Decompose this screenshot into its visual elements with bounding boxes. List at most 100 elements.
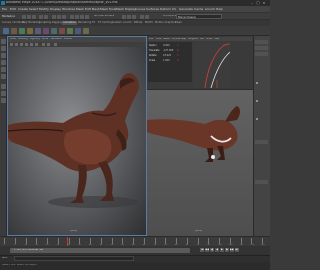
- minimize-button[interactable]: –: [250, 1, 254, 5]
- open-scene-icon[interactable]: [27, 14, 31, 19]
- shelf-tab-rendering[interactable]: Rendering: [77, 21, 92, 25]
- isolate-select-icon[interactable]: [42, 43, 45, 46]
- menu-mesh[interactable]: Mesh: [76, 8, 84, 11]
- vp-menu-show[interactable]: Show: [42, 38, 48, 40]
- step-forward-frame-button[interactable]: |▶: [225, 248, 229, 252]
- menu-windows[interactable]: Windows: [62, 8, 75, 11]
- scale-tool-icon[interactable]: [1, 74, 6, 79]
- attribute-row[interactable]: [255, 46, 268, 50]
- command-input[interactable]: [14, 256, 134, 261]
- ge-menu-keys[interactable]: Keys: [181, 38, 186, 40]
- vp-menu-lighting[interactable]: Lighting: [30, 38, 40, 40]
- channel-row[interactable]: Rotate 43.920 0: [149, 54, 191, 59]
- maximize-button[interactable]: □: [256, 1, 260, 5]
- menu-surfaces[interactable]: Surfaces: [146, 8, 159, 11]
- ge-menu-tangents[interactable]: Tangents: [188, 38, 198, 40]
- live-surface-label[interactable]: No Live Surface: [94, 15, 114, 18]
- single-pane-layout-icon[interactable]: [1, 84, 6, 89]
- menu-arnold[interactable]: Arnold: [205, 8, 215, 11]
- graph-editor-icon[interactable]: [19, 27, 25, 34]
- menu-mesh-tools[interactable]: Mesh Tools: [100, 8, 116, 11]
- snap-grid-icon[interactable]: [70, 14, 74, 19]
- snap-surface-icon[interactable]: [85, 14, 89, 19]
- step-back-frame-button[interactable]: ◀|: [210, 248, 214, 252]
- camera-icon[interactable]: [10, 43, 13, 46]
- current-frame-marker[interactable]: [66, 237, 68, 246]
- lights-icon[interactable]: [30, 43, 33, 46]
- play-forwards-button[interactable]: ▶: [220, 248, 224, 252]
- undo-icon[interactable]: [39, 14, 43, 19]
- four-pane-layout-icon[interactable]: [1, 91, 6, 96]
- menu-help[interactable]: Help: [216, 8, 223, 11]
- dope-sheet-icon[interactable]: [27, 27, 33, 34]
- smooth-shade-icon[interactable]: [20, 43, 23, 46]
- menu-display[interactable]: Display: [50, 8, 61, 11]
- redo-icon[interactable]: [44, 14, 48, 19]
- close-button[interactable]: ×: [262, 1, 266, 5]
- rotate-tool-icon[interactable]: [1, 67, 6, 72]
- menu-cache[interactable]: Cache: [194, 8, 203, 11]
- grid-toggle-icon[interactable]: [54, 43, 57, 46]
- two-pane-layout-icon[interactable]: [1, 98, 6, 103]
- shelf-tab-sculpting[interactable]: Sculpting: [38, 21, 52, 25]
- attribute-row[interactable]: [255, 140, 268, 144]
- render-settings-icon[interactable]: [132, 14, 136, 19]
- vp-menu-shading[interactable]: Shading: [18, 38, 28, 40]
- ge-menu-help[interactable]: Help: [214, 38, 219, 40]
- menu-edit-mesh[interactable]: Edit Mesh: [85, 8, 100, 11]
- radio-icon[interactable]: [256, 82, 258, 84]
- snap-point-icon[interactable]: [80, 14, 84, 19]
- xray-icon[interactable]: [47, 43, 50, 46]
- vp-menu-panels[interactable]: Panels: [64, 38, 72, 40]
- ge-menu-view[interactable]: View: [156, 38, 161, 40]
- channel-row[interactable]: Scale 1.000 0: [149, 59, 191, 64]
- curve-graph-area[interactable]: [193, 42, 230, 88]
- menu-uv[interactable]: UV: [172, 8, 176, 11]
- render-frame-icon[interactable]: [122, 14, 126, 19]
- create-joint-icon[interactable]: [75, 27, 81, 34]
- playblast-icon[interactable]: [51, 27, 57, 34]
- snap-curve-icon[interactable]: [75, 14, 79, 19]
- menu-generate[interactable]: Generate: [179, 8, 193, 11]
- shelf-tab-xgen[interactable]: XGen: [174, 21, 183, 25]
- workspace-dropdown[interactable]: Maya Classic: [176, 13, 222, 19]
- play-backwards-button[interactable]: ◀: [215, 248, 219, 252]
- menu-mesh-display[interactable]: Mesh Display: [116, 8, 136, 11]
- channel-row[interactable]: Translate -127.008 0: [149, 49, 191, 54]
- menu-file[interactable]: File: [2, 8, 7, 11]
- menu-deform[interactable]: Deform: [160, 8, 171, 11]
- select-tool-icon[interactable]: [1, 39, 6, 44]
- ge-menu-curves[interactable]: Curves: [172, 38, 180, 40]
- ge-menu-show[interactable]: Show: [206, 38, 212, 40]
- textured-icon[interactable]: [25, 43, 28, 46]
- menu-select[interactable]: Select: [29, 8, 38, 11]
- attribute-row[interactable]: [255, 180, 268, 184]
- select-object-icon[interactable]: [57, 14, 61, 19]
- move-tool-icon[interactable]: [1, 60, 6, 65]
- ghost-icon[interactable]: [43, 27, 49, 34]
- ipr-render-icon[interactable]: [127, 14, 131, 19]
- script-language-label[interactable]: MEL: [2, 257, 7, 260]
- motion-trail-icon[interactable]: [35, 27, 41, 34]
- step-back-key-button[interactable]: ◀◀: [205, 248, 209, 252]
- go-to-start-button[interactable]: |◀: [200, 248, 204, 252]
- menu-curves[interactable]: Curves: [135, 8, 145, 11]
- ge-menu-select[interactable]: Select: [163, 38, 170, 40]
- shelf-tab-animation[interactable]: Animation: [62, 21, 78, 25]
- menu-create[interactable]: Create: [18, 8, 28, 11]
- viewport-persp-left[interactable]: [7, 36, 147, 236]
- save-scene-icon[interactable]: [32, 14, 36, 19]
- radio-icon[interactable]: [256, 118, 258, 120]
- paint-select-icon[interactable]: [1, 53, 6, 58]
- shelf-tab-fx[interactable]: FX: [91, 21, 96, 25]
- radio-icon[interactable]: [256, 100, 258, 102]
- shadows-icon[interactable]: [35, 43, 38, 46]
- step-forward-key-button[interactable]: ▶▶: [230, 248, 234, 252]
- ge-menu-edit[interactable]: Edit: [149, 38, 153, 40]
- channel-row[interactable]: Raptor 0.000 0: [149, 44, 191, 49]
- set-breakdown-icon[interactable]: [11, 27, 17, 34]
- shelf-tab-mash[interactable]: MASH: [144, 21, 154, 25]
- attribute-row[interactable]: [255, 40, 268, 44]
- time-editor-icon[interactable]: [67, 27, 73, 34]
- vp-menu-renderer[interactable]: Renderer: [51, 38, 62, 40]
